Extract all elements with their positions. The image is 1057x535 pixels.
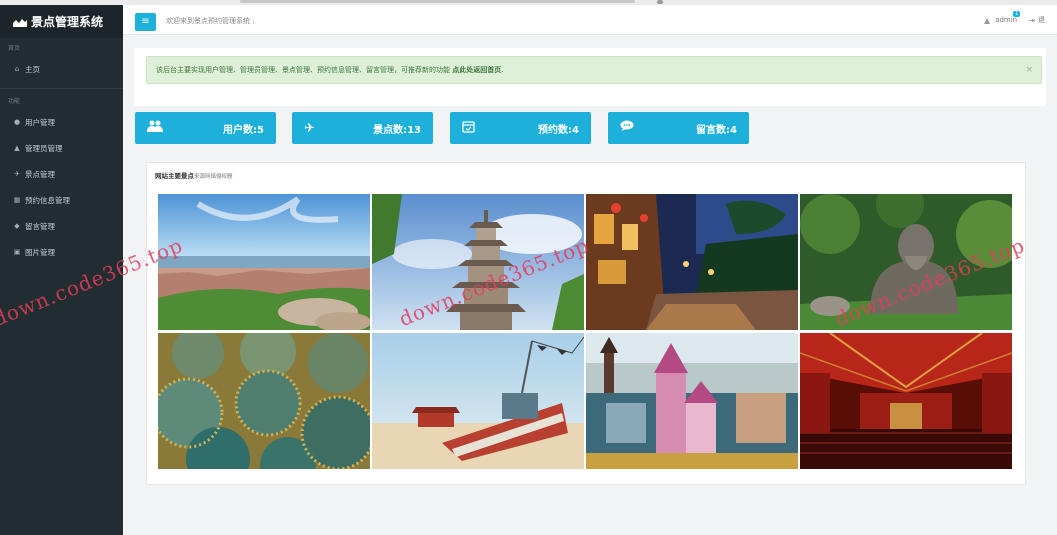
gallery-image-shipwreck[interactable] <box>372 333 584 469</box>
gallery-subtitle: 来源网络侵权删 <box>194 174 233 180</box>
gallery-image-night-street[interactable] <box>586 194 798 330</box>
logout-icon[interactable]: ⇥ <box>1028 16 1035 25</box>
main-content: 该后台主要实现用户管理、管理员管理、景点管理、预约信息管理、留言管理，可推荐新的… <box>123 36 1057 535</box>
user-icon: ▲ <box>14 144 20 152</box>
sidebar-item-attractions[interactable]: ✈ 景点管理 <box>0 161 123 187</box>
sidebar-item-label: 预约信息管理 <box>25 195 70 205</box>
user-icon: ▲ <box>984 15 991 25</box>
comment-icon <box>620 120 634 136</box>
sidebar: 景点管理系统 首页 ⌂ 主页 功能 ● 用户管理 ▲ 管理员管理 ✈ 景点管理 … <box>0 5 123 535</box>
notice-panel: 该后台主要实现用户管理、管理员管理、景点管理、预约信息管理、留言管理，可推荐新的… <box>134 48 1046 106</box>
sidebar-item-label: 用户管理 <box>25 117 55 127</box>
alert-home-link[interactable]: 点此处返回首页 <box>452 66 501 74</box>
users-icon <box>147 120 163 136</box>
gallery-image-coastal-city[interactable] <box>158 194 370 330</box>
gallery-title: 网站主要景点来源网络侵权删 <box>155 170 233 180</box>
users-icon: ● <box>13 118 21 126</box>
brand[interactable]: 景点管理系统 <box>0 5 123 38</box>
home-icon: ⌂ <box>14 65 20 73</box>
plane-icon: ✈ <box>304 120 315 136</box>
sidebar-item-label: 图片管理 <box>25 247 55 257</box>
stat-label: 留言数:4 <box>696 124 737 136</box>
close-icon[interactable]: × <box>1025 57 1033 84</box>
gallery-image-statue[interactable] <box>800 194 1012 330</box>
gallery-image-castle[interactable] <box>586 333 798 469</box>
alert-text: 该后台主要实现用户管理、管理员管理、景点管理、预约信息管理、留言管理，可推荐新的… <box>156 66 453 74</box>
image-icon: ▣ <box>13 248 21 256</box>
sidebar-item-reservations[interactable]: ▦ 预约信息管理 <box>0 187 123 213</box>
info-alert: 该后台主要实现用户管理、管理员管理、景点管理、预约信息管理、留言管理，可推荐新的… <box>146 56 1042 84</box>
sidebar-item-label: 主页 <box>25 64 40 74</box>
attractions-gallery: 网站主要景点来源网络侵权删 <box>146 162 1026 485</box>
stat-label: 用户数:5 <box>223 124 264 136</box>
welcome-text: 欢迎来到景点预约管理系统 ; <box>166 17 255 25</box>
comment-icon: ◆ <box>14 222 20 230</box>
top-header: ≡ 欢迎来到景点预约管理系统 ; ▲ admin 1 ⇥ 退 <box>123 5 1057 35</box>
sidebar-section-functions: 功能 <box>8 98 21 105</box>
alert-link-suffix: . <box>501 66 504 74</box>
gallery-image-cactus[interactable] <box>158 333 370 469</box>
stat-card-messages[interactable]: 留言数:4 <box>608 112 749 144</box>
calendar-check-icon <box>462 120 475 137</box>
sidebar-item-messages[interactable]: ◆ 留言管理 <box>0 213 123 239</box>
menu-toggle-button[interactable]: ≡ <box>135 13 156 31</box>
gallery-image-red-hall[interactable] <box>800 333 1012 469</box>
sidebar-item-label: 景点管理 <box>25 169 55 179</box>
user-area: ▲ admin 1 ⇥ 退 <box>984 11 1045 25</box>
username[interactable]: admin <box>995 16 1017 24</box>
top-scroll-handle[interactable] <box>657 0 663 4</box>
area-chart-icon <box>13 18 27 27</box>
sidebar-section-home: 首页 <box>8 45 21 52</box>
sidebar-divider <box>0 88 123 89</box>
notification-badge[interactable]: 1 <box>1013 11 1021 17</box>
logout-label[interactable]: 退 <box>1038 15 1045 25</box>
top-scrollbar[interactable] <box>240 0 635 3</box>
brand-title: 景点管理系统 <box>31 15 104 29</box>
stat-card-users[interactable]: 用户数:5 <box>135 112 276 144</box>
stat-card-reservations[interactable]: 预约数:4 <box>450 112 591 144</box>
sidebar-item-label: 管理员管理 <box>25 143 63 153</box>
stat-card-attractions[interactable]: ✈ 景点数:13 <box>292 112 433 144</box>
sidebar-item-images[interactable]: ▣ 图片管理 <box>0 239 123 265</box>
sidebar-item-users[interactable]: ● 用户管理 <box>0 109 123 135</box>
stat-label: 预约数:4 <box>538 124 579 136</box>
hamburger-icon: ≡ <box>141 16 150 27</box>
gallery-image-pagoda[interactable] <box>372 194 584 330</box>
gallery-title-text: 网站主要景点 <box>155 172 194 180</box>
plane-icon: ✈ <box>14 170 20 178</box>
stat-label: 景点数:13 <box>373 124 421 136</box>
sidebar-item-admins[interactable]: ▲ 管理员管理 <box>0 135 123 161</box>
calendar-icon: ▦ <box>13 196 21 204</box>
sidebar-item-label: 留言管理 <box>25 221 55 231</box>
sidebar-item-home[interactable]: ⌂ 主页 <box>0 56 123 82</box>
